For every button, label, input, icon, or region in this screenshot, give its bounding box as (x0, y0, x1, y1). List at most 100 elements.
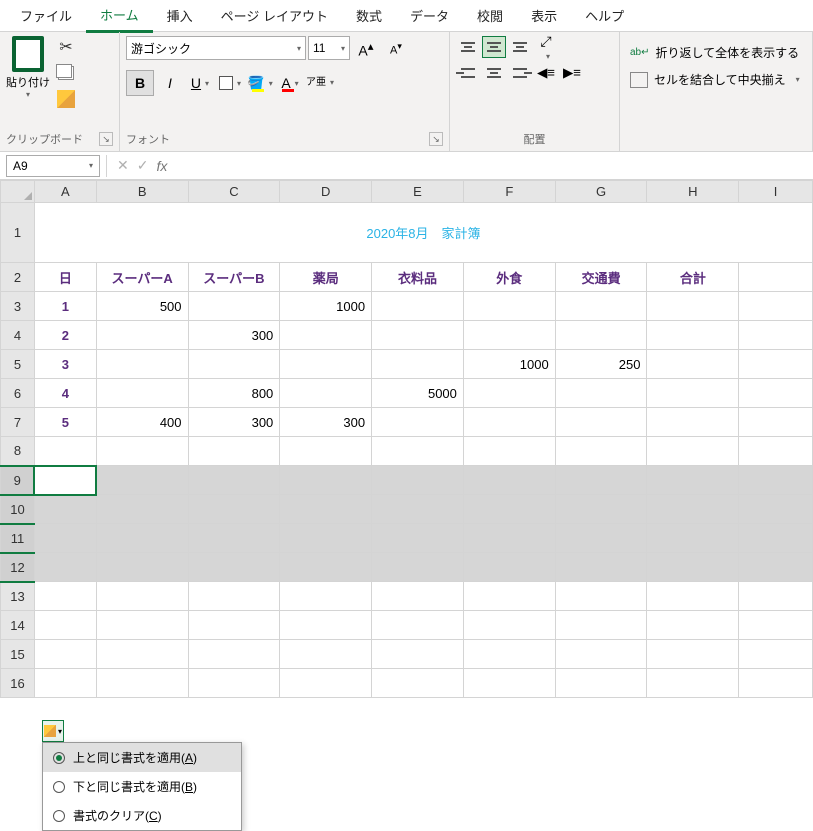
cell[interactable] (372, 495, 464, 524)
cell[interactable] (463, 437, 555, 466)
cell[interactable] (647, 611, 739, 640)
cell[interactable] (34, 524, 96, 553)
cell[interactable] (739, 379, 813, 408)
cell[interactable] (188, 524, 280, 553)
cell[interactable] (647, 582, 739, 611)
cell[interactable] (96, 466, 188, 495)
cell[interactable] (555, 640, 647, 669)
cell[interactable] (739, 611, 813, 640)
cell[interactable]: 800 (188, 379, 280, 408)
formula-input[interactable] (177, 155, 813, 177)
cell[interactable] (96, 640, 188, 669)
increase-font-button[interactable]: A▴ (352, 36, 380, 62)
cell[interactable] (463, 669, 555, 698)
cell[interactable] (280, 466, 372, 495)
col-header-H[interactable]: H (647, 181, 739, 203)
cell[interactable] (647, 408, 739, 437)
col-header-G[interactable]: G (555, 181, 647, 203)
cell[interactable] (188, 640, 280, 669)
cell[interactable] (555, 582, 647, 611)
cell[interactable] (280, 379, 372, 408)
cell[interactable] (739, 437, 813, 466)
cell[interactable] (647, 553, 739, 582)
wrap-text-button[interactable]: ab↵ 折り返して全体を表示する (626, 42, 803, 63)
cell[interactable] (739, 640, 813, 669)
cell[interactable] (647, 524, 739, 553)
col-header-D[interactable]: D (280, 181, 372, 203)
cell[interactable] (647, 379, 739, 408)
cell[interactable] (555, 408, 647, 437)
cell[interactable] (280, 582, 372, 611)
cell[interactable] (555, 669, 647, 698)
cell[interactable]: スーパーA (96, 263, 188, 292)
cell[interactable] (34, 669, 96, 698)
cell[interactable] (647, 466, 739, 495)
cell[interactable] (96, 582, 188, 611)
cell[interactable] (96, 524, 188, 553)
cell[interactable] (372, 611, 464, 640)
row-header-5[interactable]: 5 (1, 350, 35, 379)
title-cell[interactable]: 2020年8月 家計簿 (34, 203, 812, 263)
cell[interactable] (463, 640, 555, 669)
cell[interactable] (280, 640, 372, 669)
cell[interactable] (372, 408, 464, 437)
cell[interactable] (555, 466, 647, 495)
align-center-button[interactable] (482, 62, 506, 84)
cell[interactable] (34, 611, 96, 640)
cell[interactable] (463, 524, 555, 553)
tab-formulas[interactable]: 数式 (342, 0, 396, 31)
row-header-13[interactable]: 13 (1, 582, 35, 611)
cell[interactable] (280, 611, 372, 640)
cell[interactable] (188, 437, 280, 466)
cell[interactable] (372, 524, 464, 553)
cell[interactable]: 薬局 (280, 263, 372, 292)
increase-indent-button[interactable]: ▶≡ (560, 62, 584, 84)
cell[interactable] (372, 669, 464, 698)
cell[interactable]: 1000 (280, 292, 372, 321)
paste-button[interactable]: 貼り付け ▾ (6, 36, 50, 99)
cell[interactable] (555, 524, 647, 553)
col-header-A[interactable]: A (34, 181, 96, 203)
menu-item-format-above[interactable]: 上と同じ書式を適用(A) (43, 743, 241, 772)
cell[interactable]: 300 (280, 408, 372, 437)
font-size-select[interactable]: 11▾ (308, 36, 350, 60)
cell[interactable]: 5 (34, 408, 96, 437)
cell[interactable]: 衣料品 (372, 263, 464, 292)
col-header-C[interactable]: C (188, 181, 280, 203)
row-header-11[interactable]: 11 (1, 524, 35, 553)
cell[interactable] (34, 437, 96, 466)
cell[interactable] (96, 379, 188, 408)
cell[interactable] (555, 611, 647, 640)
cell[interactable]: 合計 (647, 263, 739, 292)
cell[interactable] (463, 611, 555, 640)
cell[interactable] (647, 495, 739, 524)
cell[interactable] (372, 466, 464, 495)
align-left-button[interactable] (456, 62, 480, 84)
cell[interactable] (188, 495, 280, 524)
cell[interactable] (555, 437, 647, 466)
copy-button[interactable] (54, 62, 78, 84)
cell[interactable] (34, 495, 96, 524)
cell[interactable] (96, 553, 188, 582)
cell[interactable] (372, 582, 464, 611)
italic-button[interactable]: I (156, 70, 184, 96)
orientation-button[interactable]: ⤢▾ (534, 36, 558, 58)
cell[interactable] (280, 669, 372, 698)
cell[interactable] (739, 553, 813, 582)
cell[interactable] (96, 495, 188, 524)
cut-button[interactable]: ✂ (54, 36, 78, 58)
cell[interactable] (739, 466, 813, 495)
cell[interactable] (372, 437, 464, 466)
cell[interactable] (463, 321, 555, 350)
autofill-options-button[interactable]: ▾ (42, 720, 64, 742)
cell[interactable] (188, 466, 280, 495)
cell[interactable] (372, 292, 464, 321)
format-painter-button[interactable] (54, 88, 78, 110)
align-bottom-button[interactable] (508, 36, 532, 58)
cell[interactable] (739, 292, 813, 321)
cell[interactable] (96, 669, 188, 698)
cell[interactable] (280, 553, 372, 582)
cell[interactable] (34, 553, 96, 582)
menu-item-format-below[interactable]: 下と同じ書式を適用(B) (43, 772, 241, 801)
row-header-4[interactable]: 4 (1, 321, 35, 350)
